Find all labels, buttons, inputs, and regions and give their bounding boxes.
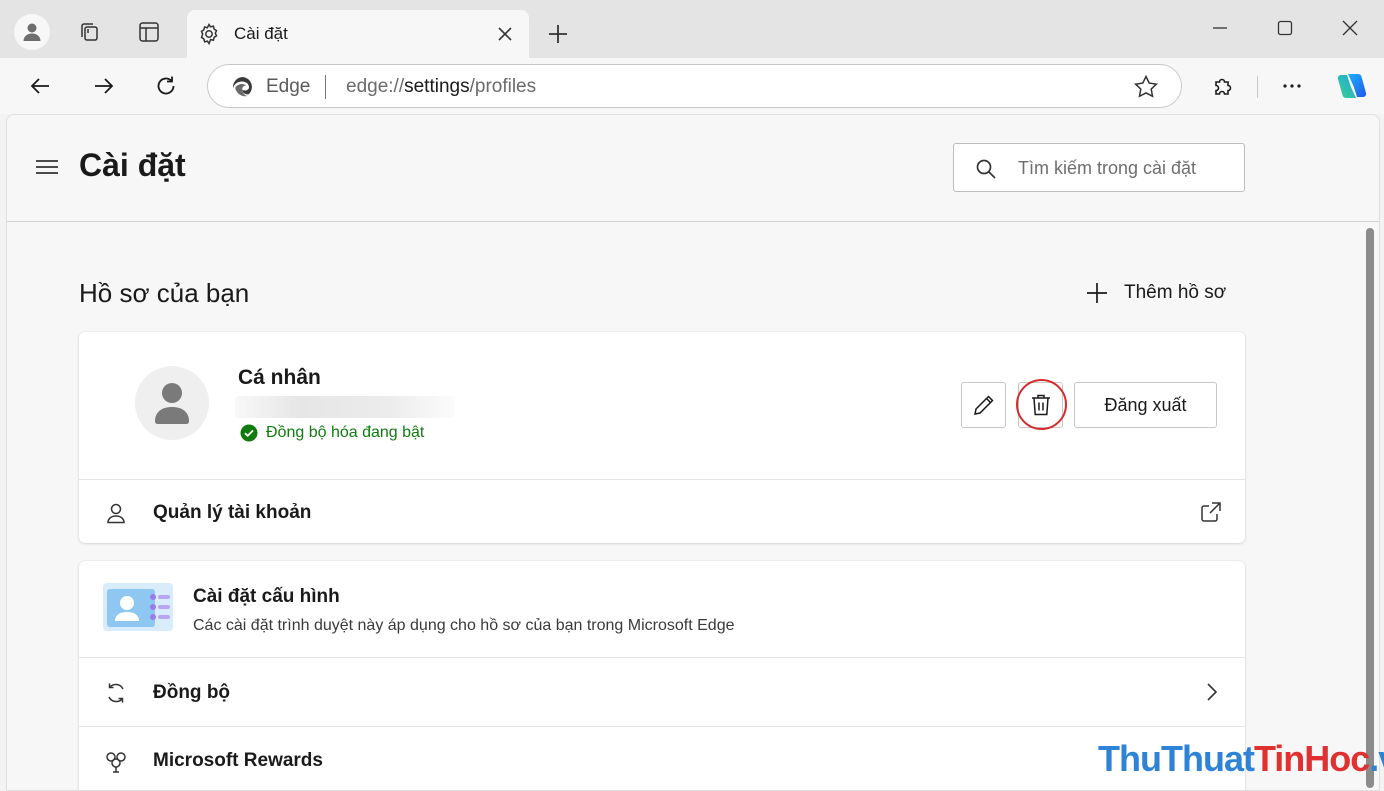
sync-status-label: Đồng bộ hóa đang bật xyxy=(266,424,425,441)
back-button[interactable] xyxy=(20,66,60,106)
add-profile-label: Thêm hồ sơ xyxy=(1124,282,1227,303)
workspaces-button[interactable] xyxy=(71,14,107,50)
hamburger-menu-icon[interactable] xyxy=(34,155,60,179)
chevron-right-icon xyxy=(1207,683,1218,701)
url-text[interactable]: edge://settings/profiles xyxy=(346,76,536,98)
copilot-button[interactable] xyxy=(1332,66,1372,106)
maximize-icon xyxy=(1277,20,1293,36)
profile-email-redacted xyxy=(235,396,455,418)
search-icon xyxy=(976,159,996,179)
gear-icon xyxy=(200,23,218,46)
maximize-button[interactable] xyxy=(1265,10,1305,46)
person-icon xyxy=(23,23,41,41)
profile-name: Cá nhân xyxy=(238,366,321,389)
copilot-icon xyxy=(1337,74,1367,98)
refresh-button[interactable] xyxy=(146,66,186,106)
sync-label: Đồng bộ xyxy=(153,682,231,703)
page-title: Cài đặt xyxy=(79,147,186,183)
toolbar-separator xyxy=(1257,76,1258,98)
search-placeholder: Tìm kiếm trong cài đặt xyxy=(1018,158,1197,178)
sync-status: Đồng bộ hóa đang bật xyxy=(240,424,424,442)
workspaces-icon xyxy=(81,23,98,41)
extensions-button[interactable] xyxy=(1203,66,1243,106)
address-bar[interactable]: Edge edge://settings/profiles xyxy=(207,64,1182,108)
puzzle-icon xyxy=(1215,78,1232,95)
settings-header: Cài đặt Tìm kiếm trong cài đặt xyxy=(7,115,1379,222)
forward-button[interactable] xyxy=(84,66,124,106)
vertical-tabs-button[interactable] xyxy=(131,14,167,50)
avatar xyxy=(135,366,209,440)
vertical-tabs-icon xyxy=(139,22,159,42)
sync-row[interactable]: Đồng bộ xyxy=(79,658,1245,726)
browser-label: Edge xyxy=(266,76,311,97)
arrow-left-icon xyxy=(30,78,49,94)
external-link-icon xyxy=(1201,502,1221,522)
config-description: Các cài đặt trình duyệt này áp dụng cho … xyxy=(193,617,735,634)
manage-account-row[interactable]: Quản lý tài khoản xyxy=(79,480,1245,543)
window-close-button[interactable] xyxy=(1330,10,1370,46)
sync-icon xyxy=(103,680,129,706)
account-icon xyxy=(103,500,129,526)
plus-icon xyxy=(1087,283,1107,303)
refresh-icon xyxy=(157,76,175,95)
profile-avatar-button[interactable] xyxy=(14,14,50,50)
favorite-star-icon[interactable] xyxy=(1133,74,1159,100)
settings-search-input[interactable]: Tìm kiếm trong cài đặt xyxy=(953,143,1245,192)
settings-page: Cài đặt Tìm kiếm trong cài đặt Hồ sơ của… xyxy=(6,114,1380,791)
profile-config-illustration-icon xyxy=(103,583,173,631)
trash-icon xyxy=(1031,394,1050,416)
profile-settings-card: Cài đặt cấu hình Các cài đặt trình duyệt… xyxy=(79,561,1245,790)
trophy-icon xyxy=(103,749,129,775)
site-watermark: ThuThuatTinHoc.vn xyxy=(1098,738,1384,779)
edge-logo-icon xyxy=(233,77,252,97)
pencil-icon xyxy=(973,395,994,415)
title-bar: Cài đặt xyxy=(0,0,1384,58)
check-circle-icon xyxy=(240,424,258,442)
new-tab-button[interactable] xyxy=(540,16,576,52)
tab-settings[interactable]: Cài đặt xyxy=(187,10,529,58)
address-separator xyxy=(325,75,326,99)
edit-profile-button[interactable] xyxy=(961,382,1006,428)
close-icon xyxy=(498,27,512,41)
close-icon xyxy=(1342,20,1358,36)
tab-close-button[interactable] xyxy=(493,22,517,46)
delete-profile-button[interactable] xyxy=(1018,382,1063,428)
minimize-button[interactable] xyxy=(1200,10,1240,46)
tab-title: Cài đặt xyxy=(234,24,288,43)
arrow-right-icon xyxy=(95,78,114,94)
navigation-toolbar: Edge edge://settings/profiles xyxy=(0,58,1384,114)
scrollbar[interactable] xyxy=(1366,228,1374,788)
more-menu-button[interactable] xyxy=(1272,66,1312,106)
plus-icon xyxy=(549,25,567,43)
microsoft-rewards-row[interactable]: Microsoft Rewards xyxy=(79,727,1245,790)
manage-account-label: Quản lý tài khoản xyxy=(153,502,312,523)
minimize-icon xyxy=(1213,27,1227,29)
profile-card: Cá nhân Đồng bộ hóa đang bật Đăng xuất Q… xyxy=(79,332,1245,543)
sign-out-button[interactable]: Đăng xuất xyxy=(1074,382,1217,428)
more-dots-icon xyxy=(1283,84,1301,88)
section-title: Hồ sơ của bạn xyxy=(79,278,250,308)
config-title: Cài đặt cấu hình xyxy=(193,586,340,607)
microsoft-rewards-label: Microsoft Rewards xyxy=(153,750,323,771)
person-icon xyxy=(155,383,189,424)
add-profile-button[interactable]: Thêm hồ sơ xyxy=(1086,277,1226,309)
